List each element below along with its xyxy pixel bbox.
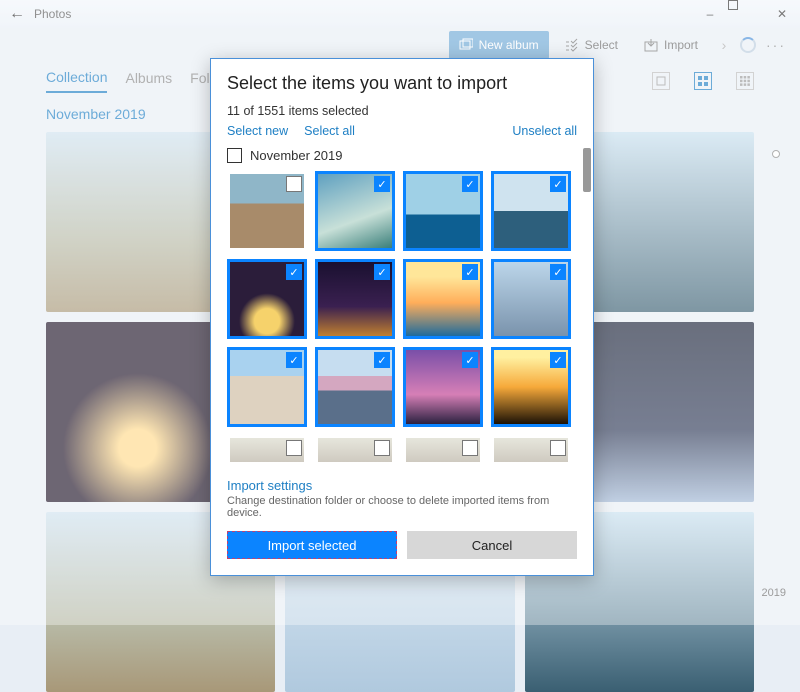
thumbnail[interactable] [491,171,571,251]
checkmark-icon[interactable] [374,352,390,368]
thumbnail[interactable] [403,347,483,427]
thumbnail-grid-partial [227,435,577,465]
checkbox-empty-icon[interactable] [374,440,390,456]
unselect-all-link[interactable]: Unselect all [512,124,577,138]
checkbox-empty-icon[interactable] [462,440,478,456]
checkmark-icon[interactable] [462,264,478,280]
import-dialog: Select the items you want to import 11 o… [210,58,594,576]
select-new-link[interactable]: Select new [227,124,288,138]
checkmark-icon[interactable] [550,352,566,368]
thumbnail[interactable] [491,347,571,427]
thumbnail[interactable] [227,347,307,427]
thumbnail[interactable] [403,259,483,339]
checkbox-empty-icon[interactable] [286,440,302,456]
checkmark-icon[interactable] [286,264,302,280]
thumbnail[interactable] [315,171,395,251]
thumbnail-grid [227,171,577,427]
thumbnail[interactable] [227,171,307,251]
checkmark-icon[interactable] [550,176,566,192]
checkmark-icon[interactable] [462,176,478,192]
scrollbar-thumb[interactable] [583,148,591,192]
checkmark-icon[interactable] [374,264,390,280]
thumbnail[interactable] [315,435,395,465]
cancel-button[interactable]: Cancel [407,531,577,559]
month-checkbox[interactable] [227,148,242,163]
import-settings-desc: Change destination folder or choose to d… [227,495,577,519]
thumbnail[interactable] [227,435,307,465]
month-label: November 2019 [250,148,343,163]
thumbnail[interactable] [403,435,483,465]
checkbox-empty-icon[interactable] [286,176,302,192]
checkmark-icon[interactable] [374,176,390,192]
thumbnail[interactable] [315,347,395,427]
thumbnail[interactable] [403,171,483,251]
thumbnail[interactable] [315,259,395,339]
thumbnail[interactable] [491,435,571,465]
checkbox-empty-icon[interactable] [550,440,566,456]
checkmark-icon[interactable] [286,352,302,368]
dialog-selection-count: 11 of 1551 items selected [227,104,577,118]
checkmark-icon[interactable] [462,352,478,368]
import-selected-button[interactable]: Import selected [227,531,397,559]
dialog-title: Select the items you want to import [227,73,577,94]
import-settings-link[interactable]: Import settings [227,478,577,493]
dialog-scroll-area: November 2019 [211,148,593,468]
thumbnail[interactable] [491,259,571,339]
thumbnail[interactable] [227,259,307,339]
select-all-link[interactable]: Select all [304,124,355,138]
checkmark-icon[interactable] [550,264,566,280]
